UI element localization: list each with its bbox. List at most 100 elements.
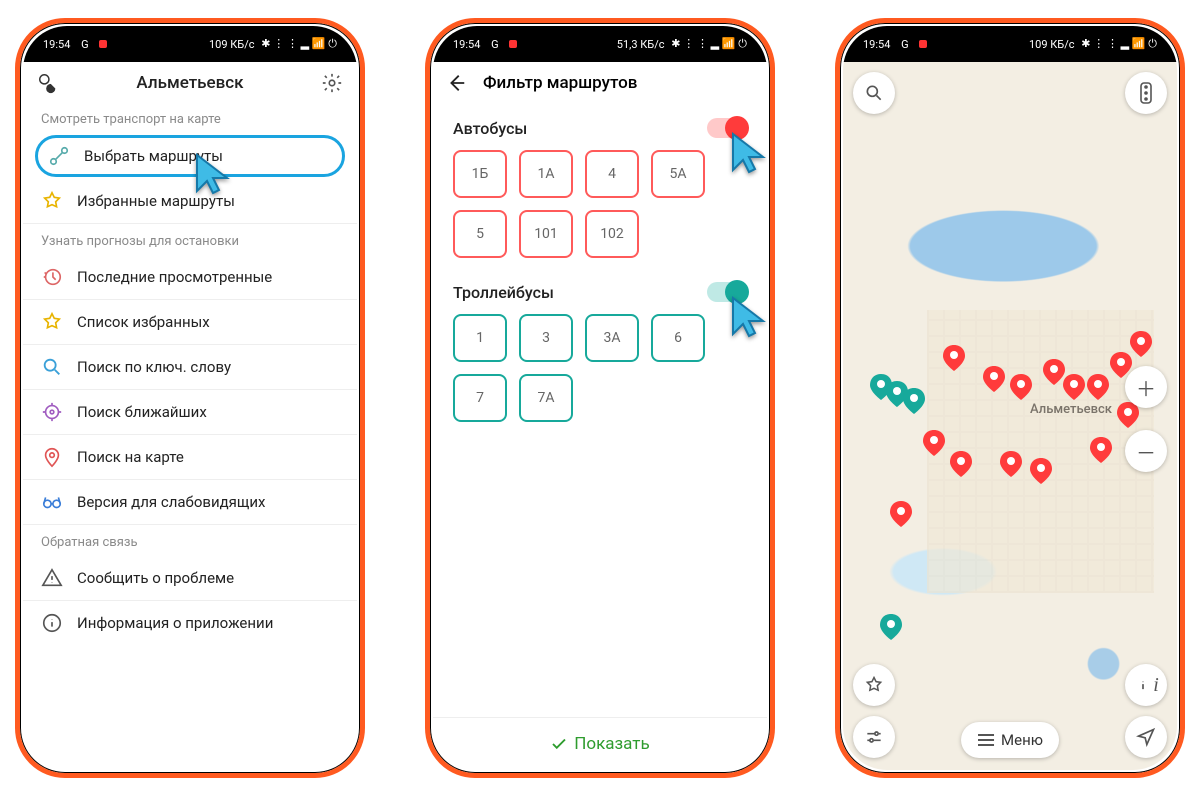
- filter-button[interactable]: [853, 716, 895, 758]
- phone-route-filter: 19:54 G 51,3 КБ/с ✱ ⋮ ⋮ ▂ 📶 ⏻ Фильтр мар…: [425, 18, 775, 778]
- map-pin-bus[interactable]: [1010, 374, 1032, 400]
- status-time: 19:54: [43, 38, 70, 51]
- map-pin-bus[interactable]: [890, 501, 912, 527]
- gear-icon[interactable]: [321, 72, 343, 94]
- about-label: Информация о приложении: [77, 614, 273, 632]
- status-speed: 109 КБ/с: [209, 38, 255, 51]
- recent-label: Последние просмотренные: [77, 268, 272, 286]
- section-stop-forecast: Узнать прогнозы для остановки: [23, 224, 357, 255]
- trolley-route-chip[interactable]: 7: [453, 374, 507, 422]
- locate-me-button[interactable]: [1125, 716, 1167, 758]
- map-pin-bus[interactable]: [1030, 458, 1052, 484]
- report-label: Сообщить о проблеме: [77, 569, 234, 587]
- recent-row[interactable]: Последние просмотренные: [23, 255, 357, 300]
- star-icon: [864, 675, 884, 695]
- map-pin-bus[interactable]: [1090, 437, 1112, 463]
- favorites-button[interactable]: [853, 664, 895, 706]
- status-net: G: [901, 38, 909, 51]
- star-icon: [41, 311, 63, 333]
- favorite-routes-row[interactable]: Избранные маршруты: [23, 179, 357, 224]
- trolley-toggle[interactable]: [707, 282, 747, 302]
- bus-route-chip[interactable]: 1А: [519, 150, 573, 198]
- trolley-route-chip[interactable]: 1: [453, 314, 507, 362]
- status-bar: 19:54 G 109 КБ/с ✱ ⋮ ⋮ ▂ 📶 ⏻: [23, 26, 357, 62]
- map-pin-bus[interactable]: [1043, 359, 1065, 385]
- status-time: 19:54: [863, 38, 890, 51]
- back-icon[interactable]: [445, 72, 467, 94]
- status-net: G: [81, 38, 89, 51]
- day-night-icon[interactable]: [37, 72, 59, 94]
- bus-category-head: Автобусы: [433, 104, 767, 146]
- search-icon: [864, 83, 884, 103]
- app-top-bar: Альметьевск: [23, 62, 357, 102]
- info-icon: [41, 612, 63, 634]
- bus-route-chip[interactable]: 1Б: [453, 150, 507, 198]
- notification-dot-icon: [919, 40, 927, 48]
- status-speed: 109 КБ/с: [1029, 38, 1075, 51]
- section-view-on-map: Смотреть транспорт на карте: [23, 102, 357, 133]
- accessibility-row[interactable]: Версия для слабовидящих: [23, 480, 357, 525]
- menu-button[interactable]: Меню: [961, 722, 1059, 758]
- map-search-button[interactable]: [853, 72, 895, 114]
- glasses-icon: [41, 491, 63, 513]
- trolley-route-chip[interactable]: 6: [651, 314, 705, 362]
- search-map-row[interactable]: Поиск на карте: [23, 435, 357, 480]
- search-keyword-label: Поиск по ключ. слову: [77, 358, 231, 376]
- select-routes-row[interactable]: Выбрать маршруты: [35, 135, 345, 177]
- fav-list-label: Список избранных: [77, 313, 210, 331]
- menu-icon: [977, 733, 995, 747]
- map-pin-bus[interactable]: [943, 345, 965, 371]
- map-pin-bus[interactable]: [1087, 374, 1109, 400]
- bus-toggle[interactable]: [707, 118, 747, 138]
- bus-route-chip[interactable]: 102: [585, 210, 639, 258]
- section-feedback: Обратная связь: [23, 525, 357, 556]
- city-name-label: Альметьевск: [1030, 402, 1112, 417]
- menu-label: Меню: [1001, 731, 1043, 749]
- map-pin-trolley[interactable]: [903, 388, 925, 414]
- pin-icon: [41, 446, 63, 468]
- sliders-icon: [864, 727, 884, 747]
- trolley-route-chip[interactable]: 3А: [585, 314, 639, 362]
- status-time: 19:54: [453, 38, 480, 51]
- map-pin-trolley[interactable]: [880, 614, 902, 640]
- status-bar: 19:54 G 109 КБ/с ✱ ⋮ ⋮ ▂ 📶 ⏻: [843, 26, 1177, 62]
- map-canvas[interactable]: Альметьевск: [843, 62, 1177, 770]
- bus-route-chip[interactable]: 101: [519, 210, 573, 258]
- about-row[interactable]: Информация о приложении: [23, 601, 357, 645]
- zoom-in-button[interactable]: ＋: [1125, 366, 1167, 408]
- search-map-label: Поиск на карте: [77, 448, 184, 466]
- star-icon: [41, 190, 63, 212]
- traffic-light-icon: [1137, 82, 1155, 104]
- show-button[interactable]: Показать: [433, 717, 767, 770]
- zoom-out-button[interactable]: －: [1125, 430, 1167, 472]
- bus-route-chip[interactable]: 4: [585, 150, 639, 198]
- warning-icon: [41, 567, 63, 589]
- show-label: Показать: [574, 734, 649, 754]
- map-pin-bus[interactable]: [950, 451, 972, 477]
- accessibility-label: Версия для слабовидящих: [77, 493, 265, 511]
- traffic-light-button[interactable]: [1125, 72, 1167, 114]
- info-icon: [1133, 675, 1153, 695]
- report-row[interactable]: Сообщить о проблеме: [23, 556, 357, 601]
- search-nearby-row[interactable]: Поиск ближайших: [23, 390, 357, 435]
- search-nearby-label: Поиск ближайших: [77, 403, 207, 421]
- locate-icon: [1136, 727, 1156, 747]
- search-keyword-row[interactable]: Поиск по ключ. слову: [23, 345, 357, 390]
- trolley-category-head: Троллейбусы: [433, 268, 767, 310]
- bus-route-chip[interactable]: 5А: [651, 150, 705, 198]
- search-icon: [41, 356, 63, 378]
- map-pin-bus[interactable]: [923, 430, 945, 456]
- history-icon: [41, 266, 63, 288]
- map-pin-bus[interactable]: [983, 366, 1005, 392]
- trolley-route-chip[interactable]: 3: [519, 314, 573, 362]
- map-pin-bus[interactable]: [1063, 374, 1085, 400]
- bus-chip-grid: 1Б1А45А 5101102: [433, 146, 767, 268]
- select-routes-label: Выбрать маршруты: [84, 147, 223, 165]
- bus-route-chip[interactable]: 5: [453, 210, 507, 258]
- info-button[interactable]: i: [1125, 664, 1167, 706]
- status-bar: 19:54 G 51,3 КБ/с ✱ ⋮ ⋮ ▂ 📶 ⏻: [433, 26, 767, 62]
- trolley-route-chip[interactable]: 7А: [519, 374, 573, 422]
- map-pin-bus[interactable]: [1130, 331, 1152, 357]
- fav-list-row[interactable]: Список избранных: [23, 300, 357, 345]
- map-pin-bus[interactable]: [1000, 451, 1022, 477]
